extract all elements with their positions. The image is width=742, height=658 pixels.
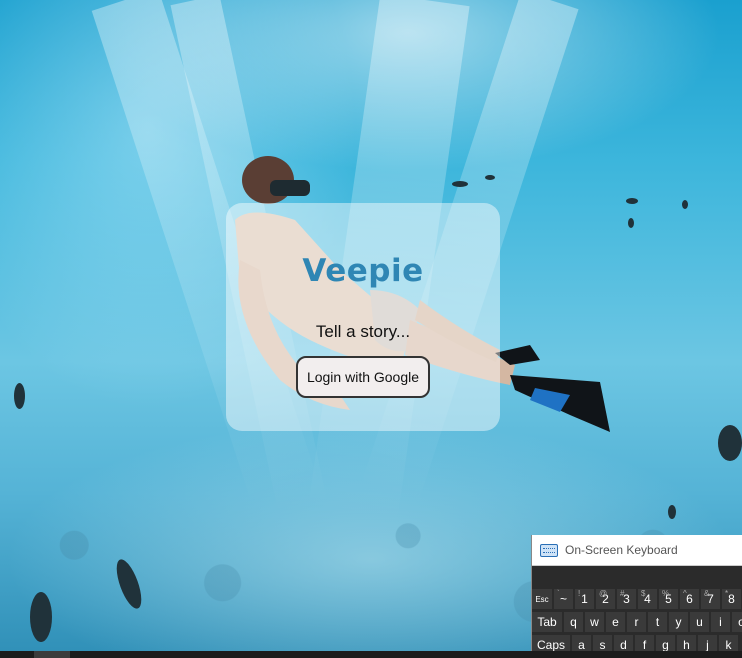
key-label: j bbox=[706, 638, 709, 652]
key-label: 1 bbox=[581, 592, 588, 606]
key-shift-label: ! bbox=[578, 589, 581, 598]
key-label: k bbox=[725, 638, 732, 652]
fish bbox=[30, 592, 52, 642]
key-u[interactable]: u bbox=[690, 612, 709, 632]
key-label: w bbox=[590, 615, 599, 629]
key-label: ~ bbox=[559, 592, 567, 606]
taskbar-item[interactable] bbox=[34, 651, 70, 658]
key-label: i bbox=[719, 615, 722, 629]
key-3[interactable]: #3 bbox=[617, 589, 636, 609]
key-label: t bbox=[655, 615, 660, 629]
key-5[interactable]: % 5 bbox=[659, 589, 678, 609]
key-row-1: Esc ` ~! 1 @2 #3 $4% 5 ^ 6 & 7 * 8 bbox=[532, 589, 742, 609]
key-r[interactable]: r bbox=[627, 612, 646, 632]
fish bbox=[14, 383, 25, 409]
keyboard-icon bbox=[540, 543, 558, 557]
login-with-google-button[interactable]: Login with Google bbox=[296, 356, 430, 398]
key-7[interactable]: & 7 bbox=[701, 589, 720, 609]
fish bbox=[628, 218, 634, 228]
key-6[interactable]: ^ 6 bbox=[680, 589, 699, 609]
on-screen-keyboard-window[interactable]: On-Screen Keyboard Esc ` ~! 1 @2 #3 $4% 5 ^ 6 & 7 * 8… bbox=[531, 535, 742, 658]
fish bbox=[668, 505, 676, 519]
key-label: e bbox=[612, 615, 619, 629]
login-card: Veepie Tell a story... Login with Google bbox=[226, 203, 500, 431]
key-shift-label: $ bbox=[641, 589, 646, 598]
key-shift-label: ^ bbox=[683, 589, 687, 598]
key-1[interactable]: ! 1 bbox=[575, 589, 594, 609]
fish bbox=[626, 198, 638, 204]
key-label: u bbox=[696, 615, 703, 629]
key-shift-label: @ bbox=[599, 589, 608, 598]
key-esc[interactable]: Esc bbox=[532, 589, 552, 609]
key-o[interactable]: o bbox=[732, 612, 742, 632]
key-w[interactable]: w bbox=[585, 612, 604, 632]
fish bbox=[682, 200, 688, 209]
key-label: o bbox=[738, 615, 742, 629]
key-label: q bbox=[570, 615, 577, 629]
fish bbox=[485, 175, 495, 180]
key-shift-label: # bbox=[620, 589, 625, 598]
osk-title: On-Screen Keyboard bbox=[565, 543, 678, 557]
fish bbox=[718, 425, 742, 461]
key-~[interactable]: ` ~ bbox=[554, 589, 573, 609]
key-label: 8 bbox=[728, 592, 735, 606]
key-shift-label: ` bbox=[557, 589, 560, 598]
key-4[interactable]: $4 bbox=[638, 589, 657, 609]
key-label: Esc bbox=[535, 594, 549, 604]
key-q[interactable]: q bbox=[564, 612, 583, 632]
key-label: a bbox=[578, 638, 585, 652]
key-e[interactable]: e bbox=[606, 612, 625, 632]
app-logo-text: Veepie bbox=[302, 253, 424, 289]
key-label: r bbox=[634, 615, 639, 629]
key-8[interactable]: * 8 bbox=[722, 589, 741, 609]
key-label: Caps bbox=[536, 638, 565, 652]
key-label: d bbox=[620, 638, 627, 652]
key-shift-label: % bbox=[662, 589, 670, 598]
key-i[interactable]: i bbox=[711, 612, 730, 632]
fish bbox=[452, 181, 468, 187]
osk-titlebar[interactable]: On-Screen Keyboard bbox=[532, 535, 742, 566]
key-label: 6 bbox=[686, 592, 693, 606]
key-label: h bbox=[683, 638, 690, 652]
key-row-2: Tabqwe r t yu i o bbox=[532, 612, 742, 632]
key-label: f bbox=[642, 638, 647, 652]
tagline: Tell a story... bbox=[315, 322, 411, 341]
key-2[interactable]: @2 bbox=[596, 589, 615, 609]
key-label: s bbox=[599, 638, 606, 652]
key-y[interactable]: y bbox=[669, 612, 688, 632]
key-shift-label: & bbox=[704, 589, 710, 598]
key-label: y bbox=[675, 615, 682, 629]
taskbar bbox=[0, 651, 742, 658]
key-tab[interactable]: Tab bbox=[532, 612, 562, 632]
key-t[interactable]: t bbox=[648, 612, 667, 632]
key-label: Tab bbox=[537, 615, 557, 629]
key-shift-label: * bbox=[725, 589, 729, 598]
key-label: g bbox=[662, 638, 669, 652]
